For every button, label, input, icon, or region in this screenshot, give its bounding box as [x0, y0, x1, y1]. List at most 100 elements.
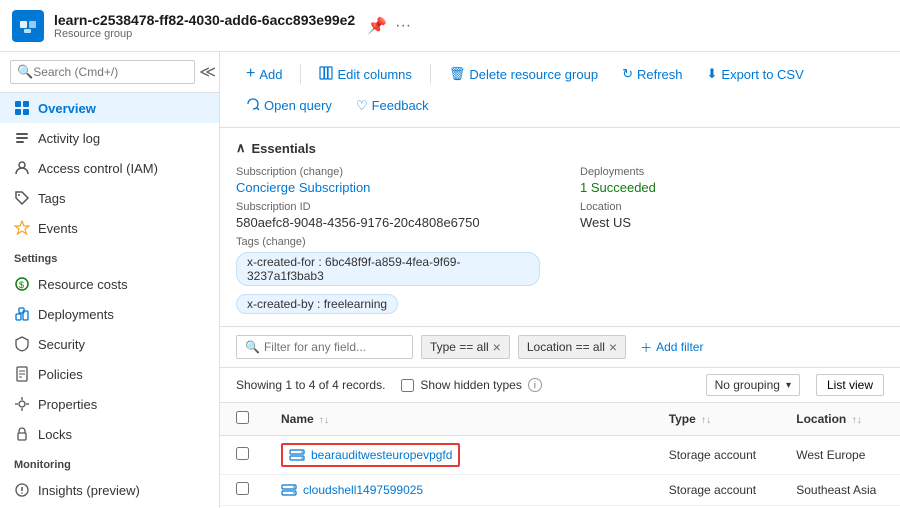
export-button[interactable]: ⬇ Export to CSV [697, 61, 814, 87]
locks-icon [14, 426, 30, 442]
sidebar-item-label: Resource costs [38, 277, 128, 292]
row-0-type-cell: Storage account [653, 436, 781, 475]
subscription-link[interactable]: Concierge Subscription [236, 180, 370, 195]
subscription-value: Concierge Subscription [236, 180, 540, 195]
type-filter-remove[interactable]: × [493, 339, 501, 355]
events-icon [14, 220, 30, 236]
table-row: bearauditwesteuropevpgfdStorage accountW… [220, 436, 900, 475]
sidebar-item-access-control[interactable]: Access control (IAM) [0, 153, 219, 183]
sidebar-item-label: Insights (preview) [38, 483, 140, 498]
name-cell-inner: cloudshell1497599025 [281, 482, 637, 498]
location-filter-remove[interactable]: × [609, 339, 617, 355]
sidebar-item-resource-costs[interactable]: $ Resource costs [0, 269, 219, 299]
sidebar-item-activity-log[interactable]: Activity log [0, 123, 219, 153]
sidebar-item-label: Activity log [38, 131, 100, 146]
location-label: Location [580, 201, 884, 213]
row-0-checkbox[interactable] [236, 447, 249, 460]
deployments-label: Deployments [580, 166, 884, 178]
records-count: Showing 1 to 4 of 4 records. [236, 378, 385, 392]
toolbar-divider-2 [430, 64, 431, 84]
insights-icon [14, 482, 30, 498]
list-view-button[interactable]: List view [816, 374, 884, 396]
type-column-header[interactable]: Type ↑↓ [653, 403, 781, 436]
tags-container: x-created-for : 6bc48f9f-a859-4fea-9f69-… [236, 252, 540, 314]
essentials-grid: Subscription (change) Concierge Subscrip… [236, 166, 884, 314]
type-sort-icon: ↑↓ [701, 415, 711, 426]
subscription-id-value: 580aefc8-9048-4356-9176-20c4808e6750 [236, 215, 540, 230]
sidebar-item-locks[interactable]: Locks [0, 419, 219, 449]
sidebar: 🔍 ≪ Overview Activity log Access control… [0, 52, 220, 508]
deployments-icon [14, 306, 30, 322]
properties-icon [14, 396, 30, 412]
main-layout: 🔍 ≪ Overview Activity log Access control… [0, 52, 900, 508]
location-filter-label: Location == all [527, 340, 605, 354]
location-column-header[interactable]: Location ↑↓ [780, 403, 900, 436]
sidebar-item-tags[interactable]: Tags [0, 183, 219, 213]
sidebar-item-policies[interactable]: Policies [0, 359, 219, 389]
edit-columns-button[interactable]: Edit columns [309, 61, 421, 88]
sidebar-item-security[interactable]: Security [0, 329, 219, 359]
columns-icon [319, 66, 333, 83]
sidebar-item-insights[interactable]: Insights (preview) [0, 475, 219, 505]
tag-2: x-created-by : freelearning [236, 294, 398, 314]
open-query-button[interactable]: Open query [236, 92, 342, 119]
policies-icon [14, 366, 30, 382]
svg-text:$: $ [19, 280, 24, 290]
chevron-up-icon: ∧ [236, 140, 246, 156]
export-icon: ⬇ [707, 66, 718, 82]
more-icon[interactable]: ··· [395, 17, 411, 35]
add-filter-button[interactable]: ＋ Add filter [634, 336, 709, 359]
add-button[interactable]: + Add [236, 60, 292, 88]
row-1-checkbox[interactable] [236, 482, 249, 495]
subscription-id-row: Subscription ID 580aefc8-9048-4356-9176-… [236, 201, 540, 230]
sidebar-item-deployments[interactable]: Deployments [0, 299, 219, 329]
grouping-select[interactable]: No grouping ▾ [706, 374, 800, 396]
resource-name-link[interactable]: bearauditwesteuropevpgfd [311, 448, 452, 462]
essentials-header[interactable]: ∧ Essentials [236, 140, 884, 156]
search-input[interactable] [33, 65, 188, 79]
show-hidden-wrap: Show hidden types i [401, 378, 541, 392]
refresh-button[interactable]: ↻ Refresh [612, 61, 692, 87]
name-column-header[interactable]: Name ↑↓ [265, 403, 653, 436]
delete-button[interactable]: 🗑 Delete resource group [439, 61, 608, 87]
resource-group-icon [12, 10, 44, 42]
settings-section-label: Settings [0, 243, 219, 269]
sidebar-collapse-icon[interactable]: ≪ [199, 62, 216, 82]
filter-input[interactable] [264, 340, 404, 354]
sidebar-item-label: Tags [38, 191, 65, 206]
location-value: West US [580, 215, 884, 230]
delete-icon: 🗑 [449, 66, 466, 82]
content-toolbar: + Add Edit columns 🗑 Delete resource gro… [220, 52, 900, 128]
deployments-value: 1 Succeeded [580, 180, 884, 195]
activity-log-icon [14, 130, 30, 146]
resource-name-link[interactable]: cloudshell1497599025 [303, 483, 423, 497]
grouping-chevron-down-icon: ▾ [786, 380, 791, 391]
add-filter-icon: ＋ [640, 339, 652, 356]
highlighted-name-cell: bearauditwesteuropevpgfd [281, 443, 460, 467]
sidebar-item-label: Security [38, 337, 85, 352]
type-filter-label: Type == all [430, 340, 489, 354]
table-row: cloudshell1497599025Storage accountSouth… [220, 475, 900, 506]
top-bar: learn-c2538478-ff82-4030-add6-6acc893e99… [0, 0, 900, 52]
select-all-checkbox[interactable] [236, 411, 249, 424]
monitoring-section-label: Monitoring [0, 449, 219, 475]
resource-costs-icon: $ [14, 276, 30, 292]
info-icon: i [528, 378, 542, 392]
location-filter-tag: Location == all × [518, 335, 626, 359]
resource-group-subtitle: Resource group [54, 28, 355, 40]
tags-row: Tags (change) x-created-for : 6bc48f9f-a… [236, 236, 540, 314]
search-icon: 🔍 [17, 64, 33, 80]
row-1-type-cell: Storage account [653, 475, 781, 506]
access-control-icon [14, 160, 30, 176]
sidebar-item-properties[interactable]: Properties [0, 389, 219, 419]
subscription-id-label: Subscription ID [236, 201, 540, 213]
sidebar-item-overview[interactable]: Overview [0, 93, 219, 123]
pin-icon[interactable]: 📌 [367, 16, 387, 36]
resource-group-title: learn-c2538478-ff82-4030-add6-6acc893e99… [54, 12, 355, 28]
essentials-section: ∧ Essentials Subscription (change) Conci… [220, 128, 900, 327]
deployments-link[interactable]: 1 Succeeded [580, 180, 656, 195]
show-hidden-checkbox[interactable] [401, 379, 414, 392]
location-row: Location West US [580, 201, 884, 230]
feedback-button[interactable]: ♡ Feedback [346, 93, 439, 119]
sidebar-item-events[interactable]: Events [0, 213, 219, 243]
